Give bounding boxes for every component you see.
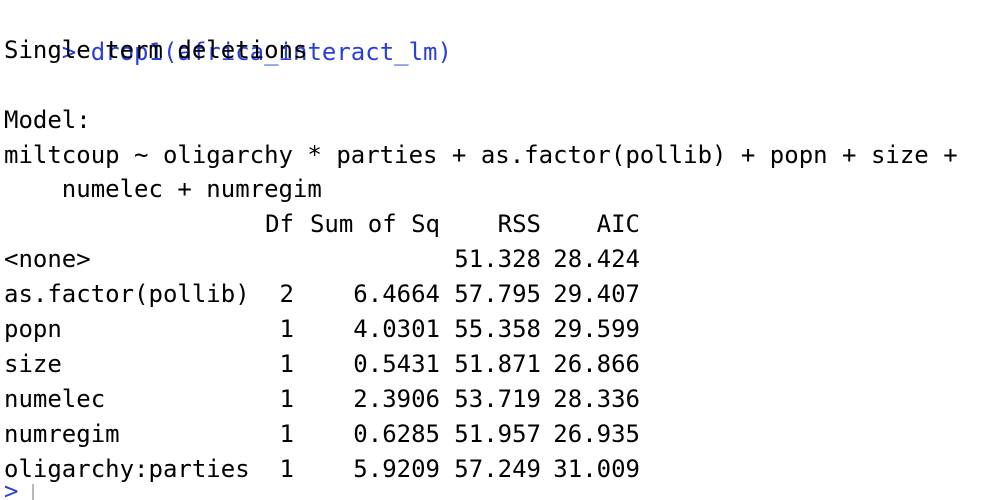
row-sum-of-sq: 2.3906 <box>353 385 440 413</box>
table-row: popn 1 4.0301 55.358 29.599 <box>4 312 1002 347</box>
command-line: > drop1(africa_interact_lm) <box>4 0 452 66</box>
model-label: Model: <box>4 106 91 134</box>
row-term: numregim <box>4 420 120 448</box>
row-aic: 26.866 <box>553 350 640 378</box>
row-df: 1 <box>279 385 294 413</box>
row-aic: 26.935 <box>553 420 640 448</box>
table-row: as.factor(pollib) 2 6.4664 57.795 29.407 <box>4 277 1002 312</box>
row-rss: 57.795 <box>454 280 541 308</box>
model-formula-line-1: miltcoup ~ oligarchy * parties + as.fact… <box>4 141 958 169</box>
row-rss: 53.719 <box>454 385 541 413</box>
row-term: popn <box>4 315 62 343</box>
table-row: <none> 51.328 28.424 <box>4 242 1002 277</box>
row-sum-of-sq: 0.5431 <box>353 350 440 378</box>
row-df: 2 <box>279 280 294 308</box>
row-aic: 28.336 <box>553 385 640 413</box>
row-aic: 31.009 <box>553 455 640 483</box>
table-row: size 1 0.5431 51.871 26.866 <box>4 347 1002 382</box>
row-term: size <box>4 350 62 378</box>
row-aic: 29.407 <box>553 280 640 308</box>
text-cursor <box>32 484 34 500</box>
row-rss: 57.249 <box>454 455 541 483</box>
row-term: <none> <box>4 245 91 273</box>
model-formula-line-2: numelec + numregim <box>4 175 322 203</box>
table-header: Df Sum of Sq RSS AIC <box>4 207 1002 242</box>
r-console[interactable]: > drop1(africa_interact_lm) Single term … <box>4 0 1002 500</box>
row-term: numelec <box>4 385 106 413</box>
row-rss: 51.328 <box>454 245 541 273</box>
row-df: 1 <box>279 315 294 343</box>
row-term: as.factor(pollib) <box>4 280 250 308</box>
row-rss: 51.957 <box>454 420 541 448</box>
row-aic: 29.599 <box>553 315 640 343</box>
header-rss: RSS <box>497 210 541 238</box>
row-df: 1 <box>279 455 294 483</box>
header-sum-of-sq: Sum of Sq <box>309 210 440 238</box>
row-sum-of-sq: 5.9209 <box>353 455 440 483</box>
table-row: numelec 1 2.3906 53.719 28.336 <box>4 382 1002 417</box>
header-aic: AIC <box>596 210 640 238</box>
row-rss: 51.871 <box>454 350 541 378</box>
row-aic: 28.424 <box>553 245 640 273</box>
row-sum-of-sq: 6.4664 <box>353 280 440 308</box>
row-rss: 55.358 <box>454 315 541 343</box>
row-df: 1 <box>279 350 294 378</box>
row-df: 1 <box>279 420 294 448</box>
table-row: oligarchy:parties 1 5.9209 57.249 31.009 <box>4 452 1002 487</box>
output-heading: Single term deletions <box>4 36 308 64</box>
row-sum-of-sq: 0.6285 <box>353 420 440 448</box>
row-sum-of-sq: 4.0301 <box>353 315 440 343</box>
table-row: numregim 1 0.6285 51.957 26.935 <box>4 417 1002 452</box>
next-prompt: > <box>4 482 19 500</box>
header-df: Df <box>265 210 294 238</box>
row-term: oligarchy:parties <box>4 455 250 483</box>
